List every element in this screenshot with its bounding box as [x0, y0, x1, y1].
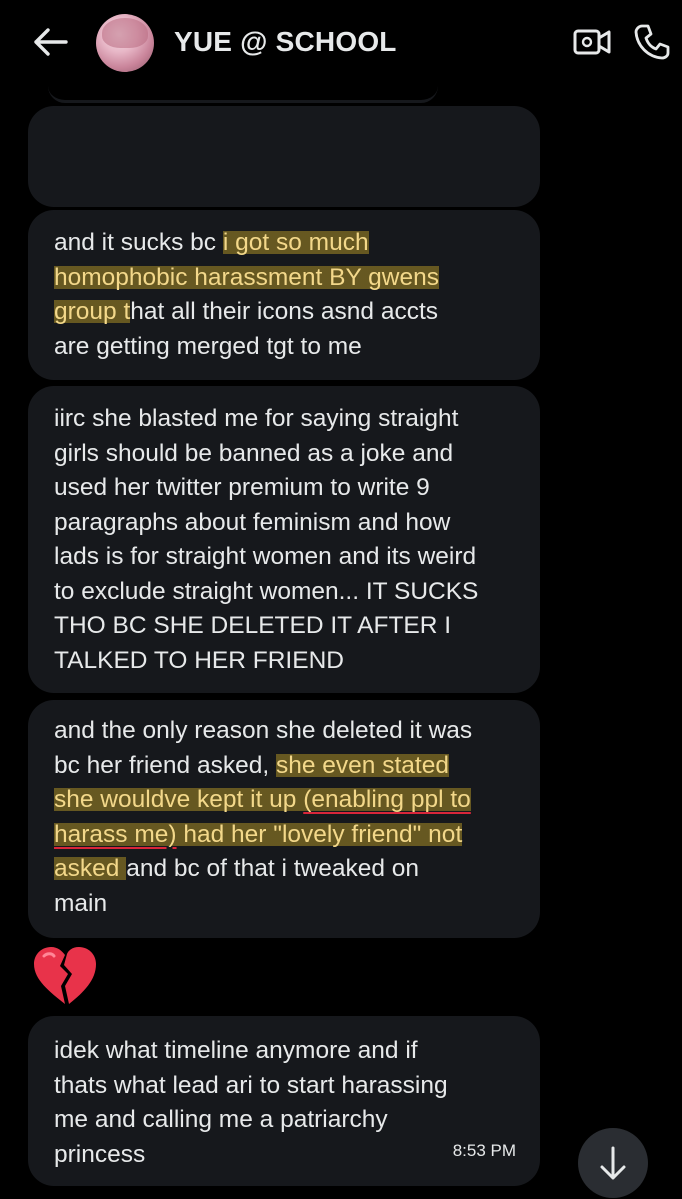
scroll-to-bottom-button[interactable] — [578, 1128, 648, 1198]
message-line: idek what timeline anymore and if — [54, 1034, 514, 1069]
message-text: used her twitter premium to write 9 — [54, 474, 430, 501]
message-text: are getting merged tgt to me — [54, 332, 362, 360]
message-line: iirc she blasted me for saying straight — [54, 402, 514, 437]
message-line: lads is for straight women and its weird — [54, 540, 514, 575]
message-line: and it sucks bc i got so much — [54, 226, 514, 261]
chat-header: YUE @ SCHOOL — [0, 0, 682, 92]
message-text: THO BC SHE DELETED IT AFTER I — [54, 612, 452, 639]
message-bubble[interactable]: and it sucks bc i got so much homophobic … — [28, 210, 540, 380]
highlighted-text: i got so much — [222, 229, 369, 256]
message-line: paragraphs about feminism and how — [54, 506, 514, 541]
broken-heart-icon — [34, 947, 96, 1004]
message-text: princess — [54, 1140, 146, 1168]
message-line: TALKED TO HER FRIEND — [54, 644, 514, 679]
message-line: and the only reason she deleted it was — [54, 714, 514, 749]
message-text: TALKED TO HER FRIEND — [54, 646, 344, 674]
message-line: girls should be banned as a joke and — [54, 437, 514, 472]
message-text: lads is for straight women and its weird — [54, 543, 477, 570]
message-text: and it sucks bc — [54, 229, 223, 256]
message-text: me and calling me a patriarchy — [54, 1106, 388, 1133]
message-line: bc her friend asked, she even stated — [54, 749, 514, 784]
message-text: girls should be banned as a joke and — [54, 439, 454, 467]
highlighted-text: she even stated — [275, 751, 449, 779]
message-line: are getting merged tgt to me — [54, 330, 514, 365]
message-line: thats what lead ari to start harassing — [54, 1069, 514, 1104]
message-bubble-blank[interactable] — [28, 106, 540, 207]
message-text: and the only reason she deleted it was — [54, 717, 473, 744]
message-text: thats what lead ari to start harassing — [54, 1071, 448, 1099]
message-line: group that all their icons asnd accts — [54, 295, 514, 330]
arrow-left-icon[interactable] — [32, 26, 68, 58]
message-line: main — [54, 887, 514, 922]
highlighted-text: group t — [54, 298, 131, 325]
message-bubble[interactable]: iirc she blasted me for saying straight g… — [28, 386, 540, 693]
message-text: hat all their icons asnd accts — [130, 298, 439, 325]
phone-icon[interactable] — [632, 22, 672, 62]
message-bubble[interactable]: idek what timeline anymore and if thats w… — [28, 1016, 540, 1186]
message-text: and bc of that i tweaked on — [126, 855, 420, 882]
highlighted-text: homophobic harassment BY gwens — [54, 263, 439, 291]
message-text: idek what timeline anymore and if — [54, 1037, 418, 1064]
arrow-down-icon — [600, 1146, 626, 1180]
highlighted-text: asked — [54, 855, 127, 882]
highlighted-text: harass me) — [54, 820, 177, 848]
message-line: asked and bc of that i tweaked on — [54, 852, 514, 887]
message-timestamp: 8:53 PM — [452, 1140, 516, 1160]
previous-message-edge — [48, 86, 438, 103]
message-text: iirc she blasted me for saying straight — [54, 405, 459, 432]
message-line: princess — [54, 1138, 514, 1173]
message-text: bc her friend asked, — [54, 751, 276, 779]
message-text: paragraphs about feminism and how — [54, 508, 451, 536]
video-camera-icon[interactable] — [572, 24, 612, 60]
message-line: to exclude straight women... IT SUCKS — [54, 575, 514, 610]
message-line: harass me) had her "lovely friend" not — [54, 818, 514, 853]
highlighted-text: (enabling ppl to — [303, 786, 471, 813]
conversation-title[interactable]: YUE @ SCHOOL — [174, 26, 397, 58]
message-text: main — [54, 889, 108, 917]
message-line: she wouldve kept it up (enabling ppl to — [54, 783, 514, 818]
message-line: THO BC SHE DELETED IT AFTER I — [54, 609, 514, 644]
message-line: me and calling me a patriarchy — [54, 1103, 514, 1138]
message-line: homophobic harassment BY gwens — [54, 261, 514, 296]
message-bubble[interactable]: and the only reason she deleted it was bc… — [28, 700, 540, 938]
highlighted-text: she wouldve kept it up — [54, 786, 304, 813]
message-text: to exclude straight women... IT SUCKS — [54, 577, 479, 605]
avatar[interactable] — [96, 14, 154, 72]
message-line: used her twitter premium to write 9 — [54, 471, 514, 506]
highlighted-text: had her "lovely friend" not — [176, 820, 463, 848]
